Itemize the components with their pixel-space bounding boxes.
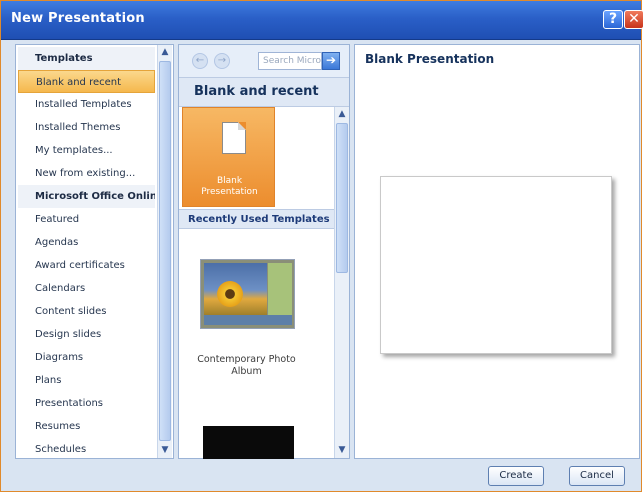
nav-item-my-templates[interactable]: My templates... — [18, 139, 155, 162]
scroll-up-icon[interactable]: ▲ — [335, 107, 349, 121]
preview-title: Blank Presentation — [365, 52, 495, 66]
create-button[interactable]: Create — [488, 466, 544, 486]
nav-item-diagrams[interactable]: Diagrams — [18, 346, 155, 369]
dialog-button-bar: Create Cancel — [1, 461, 641, 491]
nav-scroll-thumb[interactable] — [159, 61, 171, 441]
nav-item-award-certificates[interactable]: Award certificates — [18, 254, 155, 277]
recently-used-header: Recently Used Templates — [179, 209, 334, 229]
nav-item-installed-themes[interactable]: Installed Themes — [18, 116, 155, 139]
blank-document-icon — [222, 122, 246, 154]
contemporary-photo-album-thumbnail[interactable] — [200, 259, 295, 329]
gallery-header: Blank and recent — [179, 78, 349, 107]
nav-section-office-online: Microsoft Office Online — [18, 185, 155, 208]
gallery-scrollbar[interactable]: ▲ ▼ — [334, 107, 349, 458]
nav-item-content-slides[interactable]: Content slides — [18, 300, 155, 323]
nav-item-agendas[interactable]: Agendas — [18, 231, 155, 254]
back-arrow-icon[interactable]: ← — [192, 53, 208, 69]
scroll-down-icon[interactable]: ▼ — [158, 443, 172, 457]
templates-nav-list: Templates Blank and recent Installed Tem… — [18, 47, 155, 461]
nav-item-resumes[interactable]: Resumes — [18, 415, 155, 438]
sunflower-image — [204, 263, 267, 323]
nav-item-featured[interactable]: Featured — [18, 208, 155, 231]
search-go-icon[interactable]: ➔ — [322, 52, 340, 70]
nav-item-installed-templates[interactable]: Installed Templates — [18, 93, 155, 116]
templates-nav-pane: Templates Blank and recent Installed Tem… — [15, 44, 174, 459]
blank-tile-label: Blank Presentation — [183, 176, 276, 198]
close-button[interactable]: ✕ — [624, 10, 644, 29]
slide-preview — [380, 176, 612, 354]
nav-item-calendars[interactable]: Calendars — [18, 277, 155, 300]
preview-pane: Blank Presentation — [354, 44, 640, 459]
nav-section-templates: Templates — [18, 47, 155, 70]
nav-item-presentations[interactable]: Presentations — [18, 392, 155, 415]
blank-tile-label-line2: Presentation — [201, 187, 258, 197]
help-button[interactable]: ? — [603, 10, 623, 29]
blank-tile-label-line1: Blank — [216, 176, 243, 186]
contemporary-photo-album-label[interactable]: Contemporary Photo Album — [184, 354, 309, 378]
cancel-button[interactable]: Cancel — [569, 466, 625, 486]
nav-item-design-slides[interactable]: Design slides — [18, 323, 155, 346]
gallery-header-title: Blank and recent — [194, 84, 319, 99]
template-thumbnail-partial[interactable] — [203, 426, 294, 459]
nav-scrollbar[interactable]: ▲ ▼ — [157, 45, 172, 458]
forward-arrow-icon[interactable]: → — [214, 53, 230, 69]
gallery-scroll-thumb[interactable] — [336, 123, 348, 273]
nav-item-plans[interactable]: Plans — [18, 369, 155, 392]
dialog-title: New Presentation — [11, 11, 145, 26]
nav-item-new-from-existing[interactable]: New from existing... — [18, 162, 155, 185]
nav-item-blank-and-recent[interactable]: Blank and recent — [18, 70, 155, 93]
template-gallery-pane: ← → Search Micro ➔ Blank and recent Blan… — [178, 44, 350, 459]
scroll-down-icon[interactable]: ▼ — [335, 443, 349, 457]
new-presentation-dialog: New Presentation ? ✕ Templates Blank and… — [0, 0, 644, 492]
search-input[interactable]: Search Micro — [258, 52, 322, 70]
title-bar: New Presentation ? ✕ — [1, 1, 644, 40]
scroll-up-icon[interactable]: ▲ — [158, 45, 172, 59]
blank-presentation-tile[interactable]: Blank Presentation — [182, 107, 275, 207]
nav-item-schedules[interactable]: Schedules — [18, 438, 155, 461]
gallery-toolbar: ← → Search Micro ➔ — [179, 45, 349, 78]
